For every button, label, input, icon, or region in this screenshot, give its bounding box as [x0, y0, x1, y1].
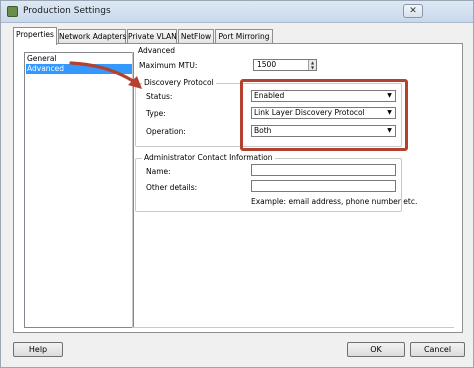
settings-nav-list: General Advanced — [24, 52, 134, 328]
help-button[interactable]: Help — [13, 342, 63, 357]
tab-properties[interactable]: Properties — [13, 27, 57, 45]
discovery-protocol-label: Discovery Protocol — [142, 78, 216, 87]
close-button[interactable]: ✕ — [403, 4, 423, 18]
operation-label: Operation: — [146, 127, 186, 136]
tab-netflow[interactable]: NetFlow — [178, 29, 214, 44]
stepper-arrows-icon[interactable]: ▲ ▼ — [308, 60, 316, 70]
name-label: Name: — [146, 167, 171, 176]
example-hint: Example: email address, phone number etc… — [251, 197, 418, 206]
status-label: Status: — [146, 92, 173, 101]
max-mtu-stepper[interactable]: 1500 ▲ ▼ — [253, 59, 317, 71]
window-title: Production Settings — [23, 6, 111, 16]
advanced-section-label: Advanced — [136, 46, 178, 55]
app-icon — [7, 6, 18, 17]
nav-item-advanced[interactable]: Advanced — [26, 64, 132, 74]
title-bar[interactable]: Production Settings ✕ — [1, 1, 473, 23]
cancel-button[interactable]: Cancel — [410, 342, 465, 357]
other-details-label: Other details: — [146, 183, 198, 192]
name-input[interactable] — [251, 164, 396, 176]
type-label: Type: — [146, 109, 166, 118]
tab-private-vlan[interactable]: Private VLAN — [127, 29, 177, 44]
admin-contact-label: Administrator Contact Information — [142, 153, 275, 162]
tab-network-adapters[interactable]: Network Adapters — [58, 29, 126, 44]
nav-item-general[interactable]: General — [26, 54, 132, 64]
tab-port-mirroring[interactable]: Port Mirroring — [215, 29, 273, 44]
dialog-window: Production Settings ✕ Properties Network… — [0, 0, 474, 368]
max-mtu-value: 1500 — [257, 60, 277, 69]
ok-button[interactable]: OK — [347, 342, 405, 357]
max-mtu-label: Maximum MTU: — [139, 61, 198, 70]
annotation-highlight-box — [240, 79, 408, 151]
other-details-input[interactable] — [251, 180, 396, 192]
